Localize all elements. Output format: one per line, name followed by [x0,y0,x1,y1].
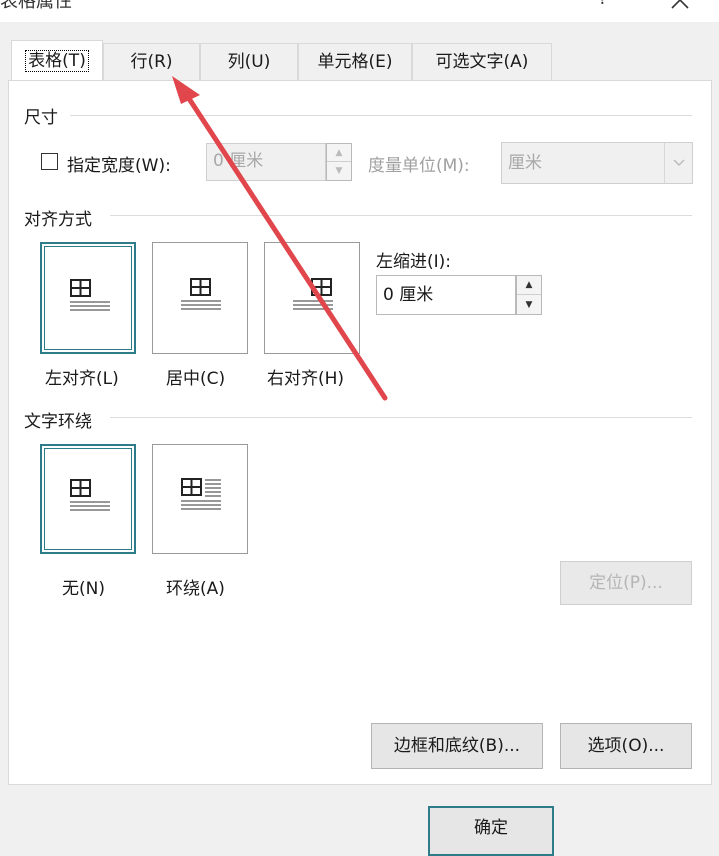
separator [70,115,692,116]
tab-table[interactable]: 表格(T) [11,40,103,82]
unit-value: 厘米 [508,153,542,173]
tab-row[interactable]: 行(R) [103,43,200,81]
wrap-none-label: 无(N) [62,579,105,599]
title-bar [0,0,719,22]
chevron-down-icon[interactable] [664,143,693,183]
position-button[interactable]: 定位(P)... [560,561,692,605]
unit-label: 度量单位(M): [368,156,470,176]
section-alignment: 对齐方式 [24,210,92,230]
separator [110,215,692,216]
section-size: 尺寸 [24,108,58,128]
tab-table-label: 表格(T) [25,50,89,72]
specify-width-label: 指定宽度(W): [67,156,171,176]
width-input[interactable]: 0 厘米 [206,143,326,181]
spin-up-icon[interactable]: ▲ [327,144,351,162]
options-button[interactable]: 选项(O)... [560,723,692,769]
width-spinner[interactable]: ▲ ▼ [326,143,352,181]
ok-button[interactable]: 确定 [428,806,554,856]
spin-down-icon[interactable]: ▼ [517,295,541,314]
spin-up-icon[interactable]: ▲ [517,276,541,295]
indent-label: 左缩进(I): [376,252,452,272]
align-right-tile[interactable] [264,242,360,354]
wrap-none-tile[interactable] [40,444,136,554]
tab-alt-text[interactable]: 可选文字(A) [412,43,552,81]
borders-shading-button[interactable]: 边框和底纹(B)... [371,723,543,769]
specify-width-checkbox[interactable] [41,153,58,170]
indent-spinner[interactable]: ▲ ▼ [516,275,542,315]
align-center-tile[interactable] [152,242,248,354]
align-left-tile[interactable] [40,242,136,354]
align-left-label: 左对齐(L) [45,369,119,389]
window-title: 表格属性 [0,0,72,12]
tab-panel [8,80,712,785]
tab-column[interactable]: 列(U) [200,43,298,81]
align-center-label: 居中(C) [166,369,226,389]
tab-cell[interactable]: 单元格(E) [298,43,412,81]
separator [110,417,692,418]
indent-input[interactable]: 0 厘米 [376,275,516,315]
help-icon[interactable]: ? [598,0,608,9]
wrap-around-label: 环绕(A) [166,579,225,599]
wrap-around-tile[interactable] [152,444,248,554]
section-text-wrapping: 文字环绕 [24,412,92,432]
align-right-label: 右对齐(H) [267,369,345,389]
spin-down-icon[interactable]: ▼ [327,162,351,180]
close-icon[interactable] [666,0,694,14]
